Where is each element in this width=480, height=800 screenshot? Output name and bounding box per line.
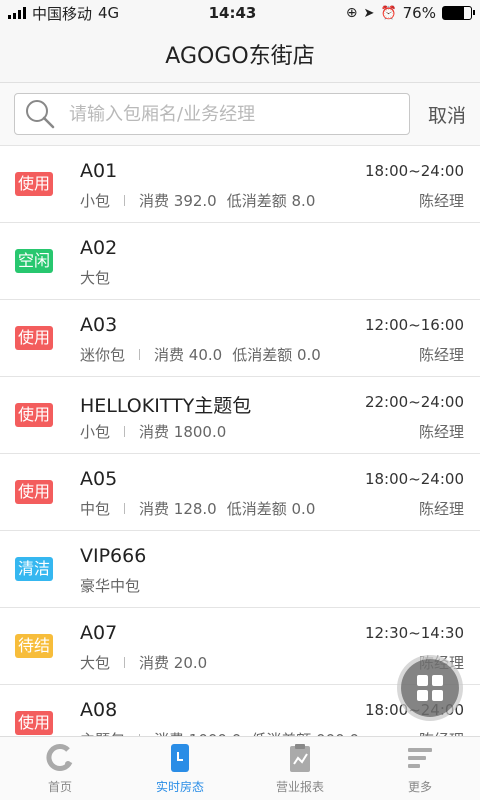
status-badge: 使用 (15, 326, 54, 350)
room-list: 使用 A01 小包 消费 392.0 低消差额 8.0 18:00~24:00 陈经理 空闲 A… (0, 146, 480, 737)
room-details: 大包 (80, 267, 110, 288)
manager-name: 陈经理 (418, 500, 464, 518)
consumption: 消费 1800.0 (139, 423, 227, 441)
status-badge: 清洁 (15, 557, 54, 581)
time-range: 22:00~24:00 (364, 393, 464, 411)
room-row[interactable]: 空闲 A02 大包 (0, 223, 480, 300)
grid-view-button[interactable] (401, 659, 459, 717)
min-charge-diff: 低消差额 0.0 (232, 346, 321, 364)
consumption: 消费 392.0 (139, 192, 217, 210)
status-bar: 中国移动 4G 14:43 ⊕ ➤ ⏰ 76% (0, 0, 480, 26)
room-details: 迷你包 消费 40.0 低消差额 0.0 (80, 344, 321, 365)
room-details: 豪华中包 (80, 575, 140, 596)
battery-icon (441, 6, 475, 20)
network-type: 4G (98, 4, 120, 22)
room-type: 小包 (80, 423, 111, 441)
signal-icon (8, 7, 26, 19)
carrier: 中国移动 (32, 4, 93, 23)
tab-realtime-rooms[interactable]: 实时房态 (120, 737, 240, 800)
clipboard-chart-icon (290, 744, 310, 772)
time-range: 12:30~14:30 (364, 624, 464, 642)
menu-lines-icon (408, 748, 432, 768)
status-badge: 使用 (15, 480, 54, 504)
time-range: 18:00~24:00 (364, 470, 464, 488)
room-row[interactable]: 使用 A05 中包 消费 128.0 低消差额 0.0 18:00~24:00 陈经理 (0, 454, 480, 531)
room-row[interactable]: 使用 A03 迷你包 消费 40.0 低消差额 0.0 12:00~16:00 陈经理 (0, 300, 480, 377)
room-type: 大包 (80, 654, 111, 672)
room-name: A02 (80, 237, 118, 259)
divider (124, 426, 126, 437)
battery-percent: 76% (402, 4, 436, 22)
time-range: 12:00~16:00 (364, 316, 464, 334)
clock: 14:43 (208, 4, 257, 22)
alarm-icon: ⏰ (380, 5, 397, 21)
divider (124, 195, 126, 206)
manager-name: 陈经理 (418, 192, 464, 210)
tab-business-report[interactable]: 营业报表 (240, 737, 360, 800)
manager-name: 陈经理 (418, 346, 464, 364)
tab-more[interactable]: 更多 (360, 737, 480, 800)
room-details: 大包 消费 20.0 (80, 652, 207, 673)
search-box[interactable] (14, 93, 410, 135)
room-type: 迷你包 (80, 346, 126, 364)
divider (124, 657, 126, 668)
consumption: 消费 128.0 (139, 500, 217, 518)
room-row[interactable]: 使用 HELLOKITTY主题包小包 消费 1800.0 22:00~24:00 陈经理 (0, 377, 480, 454)
room-row[interactable]: 清洁 VIP666 豪华中包 (0, 531, 480, 608)
room-row[interactable]: 使用 A01 小包 消费 392.0 低消差额 8.0 18:00~24:00 陈经理 (0, 146, 480, 223)
divider (139, 349, 141, 360)
status-badge: 使用 (15, 403, 54, 427)
room-details: 中包 消费 128.0 低消差额 0.0 (80, 498, 315, 519)
min-charge-diff: 低消差额 8.0 (226, 192, 316, 210)
tab-label: 更多 (407, 780, 432, 794)
phone-icon (171, 744, 189, 772)
consumption: 消费 40.0 (154, 346, 223, 364)
room-name: A05 (80, 468, 118, 490)
status-badge: 使用 (15, 711, 54, 735)
nav-bar: AGOGO东街店 (0, 26, 480, 83)
location-icon: ➤ (363, 5, 375, 21)
grid-icon (417, 675, 443, 701)
room-name: A03 (80, 314, 118, 336)
manager-name: 陈经理 (418, 423, 464, 441)
tab-bar: 首页 实时房态 营业报表 更多 (0, 736, 480, 800)
cancel-button[interactable]: 取消 (428, 101, 466, 128)
status-badge: 待结 (15, 634, 54, 658)
room-name: A07 (80, 622, 118, 644)
room-type: 豪华中包 (80, 577, 141, 595)
room-type: 中包 (80, 500, 111, 518)
room-name: VIP666 (80, 545, 147, 567)
home-logo-icon (46, 744, 73, 771)
time-range: 18:00~24:00 (364, 162, 464, 180)
status-badge: 空闲 (15, 249, 54, 273)
room-type: 小包 (80, 192, 111, 210)
tab-label: 首页 (47, 780, 72, 794)
divider (124, 503, 126, 514)
lock-rotation-icon: ⊕ (345, 5, 358, 21)
tab-home[interactable]: 首页 (0, 737, 120, 800)
search-icon (26, 100, 55, 129)
search-input[interactable] (67, 102, 399, 126)
room-type: 大包 (80, 269, 111, 287)
room-name: A08 (80, 699, 118, 721)
status-badge: 使用 (15, 172, 54, 196)
room-details: 小包 消费 1800.0 (80, 421, 226, 442)
page-title: AGOGO东街店 (165, 44, 315, 69)
room-name: HELLOKITTY主题包 (80, 395, 252, 417)
min-charge-diff: 低消差额 0.0 (226, 500, 316, 518)
tab-label: 营业报表 (275, 780, 324, 794)
room-name: A01 (80, 160, 118, 182)
consumption: 消费 20.0 (139, 654, 208, 672)
room-details: 小包 消费 392.0 低消差额 8.0 (80, 190, 315, 211)
search-row: 取消 (0, 83, 480, 146)
tab-label: 实时房态 (155, 780, 204, 794)
